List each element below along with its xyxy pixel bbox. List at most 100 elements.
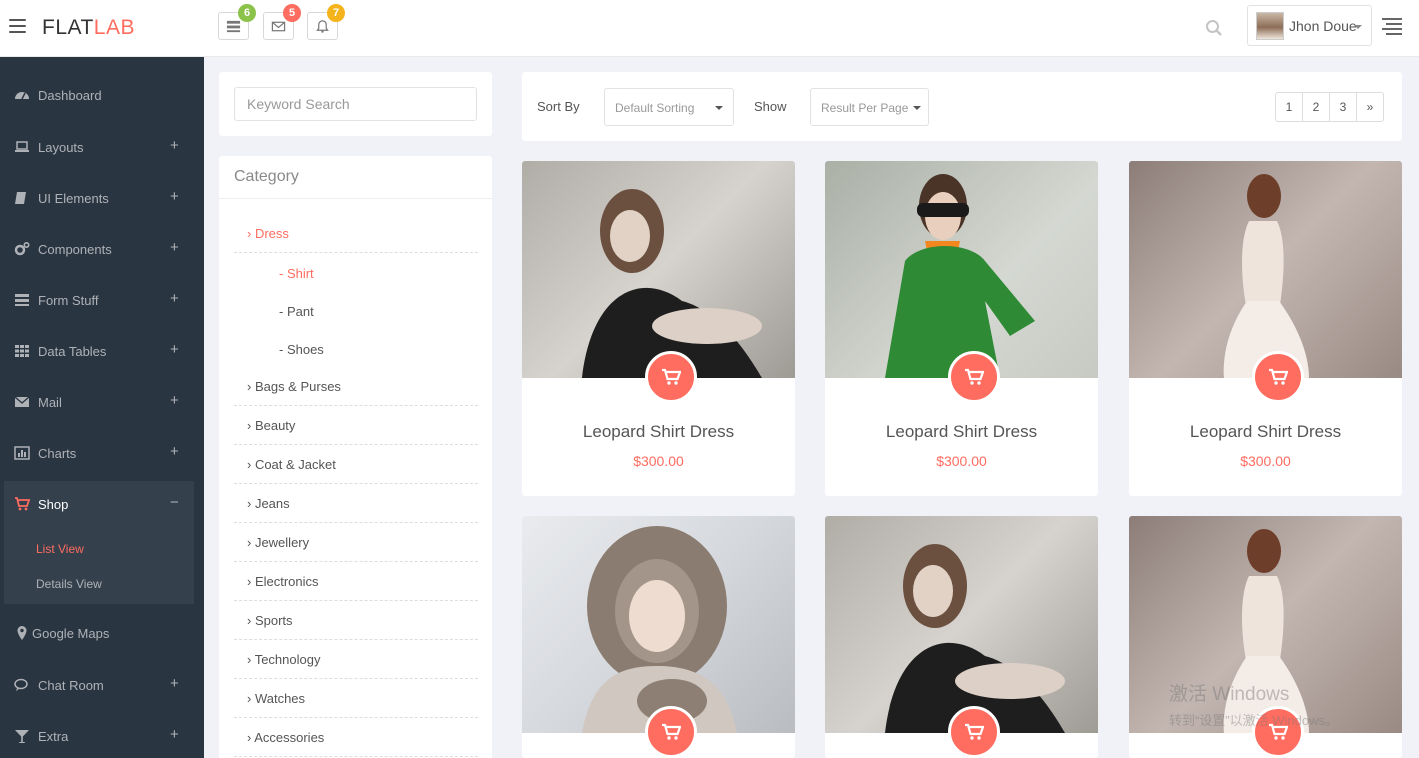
cogs-icon (14, 241, 30, 256)
category-item-accessories[interactable]: › Accessories (234, 718, 478, 757)
page-2-button[interactable]: 2 (1302, 92, 1330, 122)
sidebar-subitem-details-view[interactable]: Details View (36, 577, 102, 591)
sidebar-item-extra[interactable]: Extra + (0, 716, 204, 756)
next-page-button[interactable]: » (1356, 92, 1384, 122)
sidebar-item-google-maps[interactable]: Google Maps (0, 613, 204, 653)
sidebar-toggle-icon[interactable] (9, 19, 26, 33)
category-item-sports[interactable]: › Sports (234, 601, 478, 640)
add-to-cart-button[interactable] (948, 351, 1000, 403)
page-3-button[interactable]: 3 (1329, 92, 1357, 122)
sidebar-item-dashboard[interactable]: Dashboard (0, 75, 204, 115)
tasks-icon (15, 294, 29, 306)
category-subitem-shoes[interactable]: - Shoes (279, 342, 324, 357)
sidebar-item-components[interactable]: Components + (0, 229, 204, 269)
sidebar-item-mail[interactable]: Mail + (0, 382, 204, 422)
category-subitem-shirt[interactable]: - Shirt (279, 266, 314, 281)
category-item-bags[interactable]: › Bags & Purses (234, 367, 478, 406)
book-icon (15, 192, 26, 204)
add-to-cart-button[interactable] (645, 351, 697, 403)
add-to-cart-button[interactable] (948, 706, 1000, 758)
category-item-coat[interactable]: › Coat & Jacket (234, 445, 478, 484)
search-icon[interactable] (1205, 19, 1223, 37)
collapse-icon: − (170, 494, 179, 511)
product-card[interactable]: Leopard Shirt Dress $300.00 (1129, 161, 1402, 496)
sidebar-item-layouts[interactable]: Layouts + (0, 127, 204, 167)
cart-icon (965, 723, 984, 740)
tasks-notification-button[interactable]: 6 (218, 4, 256, 40)
category-item-technology[interactable]: › Technology (234, 640, 478, 679)
sidebar-item-label: Chat Room (38, 678, 104, 693)
category-label: › Electronics (247, 574, 319, 589)
sidebar-item-chat-room[interactable]: Chat Room + (0, 665, 204, 705)
show-label: Show (754, 99, 787, 114)
sidebar-item-form-stuff[interactable]: Form Stuff + (0, 280, 204, 320)
product-name[interactable]: Leopard Shirt Dress (522, 422, 795, 442)
category-label: › Beauty (247, 418, 296, 433)
tasks-badge: 6 (238, 4, 256, 22)
sidebar-item-ui-elements[interactable]: UI Elements + (0, 178, 204, 218)
user-dropdown[interactable]: Jhon Doue (1247, 5, 1372, 46)
category-item-electronics[interactable]: › Electronics (234, 562, 478, 601)
sidebar-subitem-list-view[interactable]: List View (36, 542, 84, 556)
product-image[interactable] (522, 516, 795, 733)
pagination: 1 2 3 » (1275, 92, 1384, 122)
cart-icon (965, 368, 984, 385)
product-name[interactable]: Leopard Shirt Dress (1129, 422, 1402, 442)
expand-icon: + (170, 239, 179, 256)
expand-icon: + (170, 675, 179, 692)
product-image[interactable] (522, 161, 795, 378)
add-to-cart-button[interactable] (1252, 351, 1304, 403)
page-1-button[interactable]: 1 (1275, 92, 1303, 122)
expand-icon: + (170, 137, 179, 154)
product-image[interactable] (1129, 161, 1402, 378)
cart-icon (15, 497, 30, 511)
expand-icon: + (170, 443, 179, 460)
sort-select[interactable]: Default Sorting (604, 88, 734, 126)
product-card[interactable]: Leopard Shirt Dress $300.00 (522, 161, 795, 496)
sidebar-item-shop[interactable]: Shop − (0, 484, 204, 524)
category-item-jewellery[interactable]: › Jewellery (234, 523, 478, 562)
sidebar-item-label: Extra (38, 729, 69, 744)
right-sidebar-toggle-icon[interactable] (1382, 18, 1402, 35)
category-item-jeans[interactable]: › Jeans (234, 484, 478, 523)
product-card[interactable] (522, 516, 795, 758)
product-image[interactable] (825, 516, 1098, 733)
product-price: $300.00 (633, 453, 684, 469)
keyword-search-input[interactable] (234, 87, 477, 121)
category-item-beauty[interactable]: › Beauty (234, 406, 478, 445)
th-icon (15, 345, 29, 357)
expand-icon: + (170, 341, 179, 358)
sidebar-item-label: Dashboard (38, 88, 102, 103)
sidebar-item-label: Mail (38, 395, 62, 410)
product-name[interactable]: Leopard Shirt Dress (825, 422, 1098, 442)
sidebar: Dashboard Layouts + UI Elements + Compon… (0, 57, 204, 758)
sort-by-label: Sort By (537, 99, 580, 114)
per-page-select[interactable]: Result Per Page (810, 88, 929, 126)
top-header: FLATLAB 6 5 7 Jhon Doue (0, 0, 1419, 57)
mail-notification-button[interactable]: 5 (263, 4, 301, 40)
sidebar-item-data-tables[interactable]: Data Tables + (0, 331, 204, 371)
bell-notification-button[interactable]: 7 (307, 4, 345, 40)
glass-icon (15, 730, 29, 743)
sidebar-item-label: Data Tables (38, 344, 107, 359)
bar-chart-icon (14, 446, 30, 460)
logo[interactable]: FLATLAB (42, 16, 135, 40)
category-item-dress[interactable]: › Dress (234, 214, 478, 253)
add-to-cart-button[interactable] (645, 706, 697, 758)
category-label: › Accessories (247, 730, 325, 745)
expand-icon: + (170, 726, 179, 743)
category-panel: Category › Dress - Shirt - Pant - Shoes … (219, 156, 492, 758)
dashboard-icon (15, 92, 29, 100)
product-card[interactable] (825, 516, 1098, 758)
chevron-down-icon (913, 106, 921, 110)
sidebar-item-charts[interactable]: Charts + (0, 433, 204, 473)
product-price: $300.00 (936, 453, 987, 469)
map-marker-icon (17, 626, 27, 640)
product-card[interactable]: Leopard Shirt Dress $300.00 (825, 161, 1098, 496)
category-item-watches[interactable]: › Watches (234, 679, 478, 718)
category-subitem-pant[interactable]: - Pant (279, 304, 314, 319)
expand-icon: + (170, 290, 179, 307)
cart-icon (1269, 368, 1288, 385)
product-image[interactable] (825, 161, 1098, 378)
cart-icon (662, 368, 681, 385)
